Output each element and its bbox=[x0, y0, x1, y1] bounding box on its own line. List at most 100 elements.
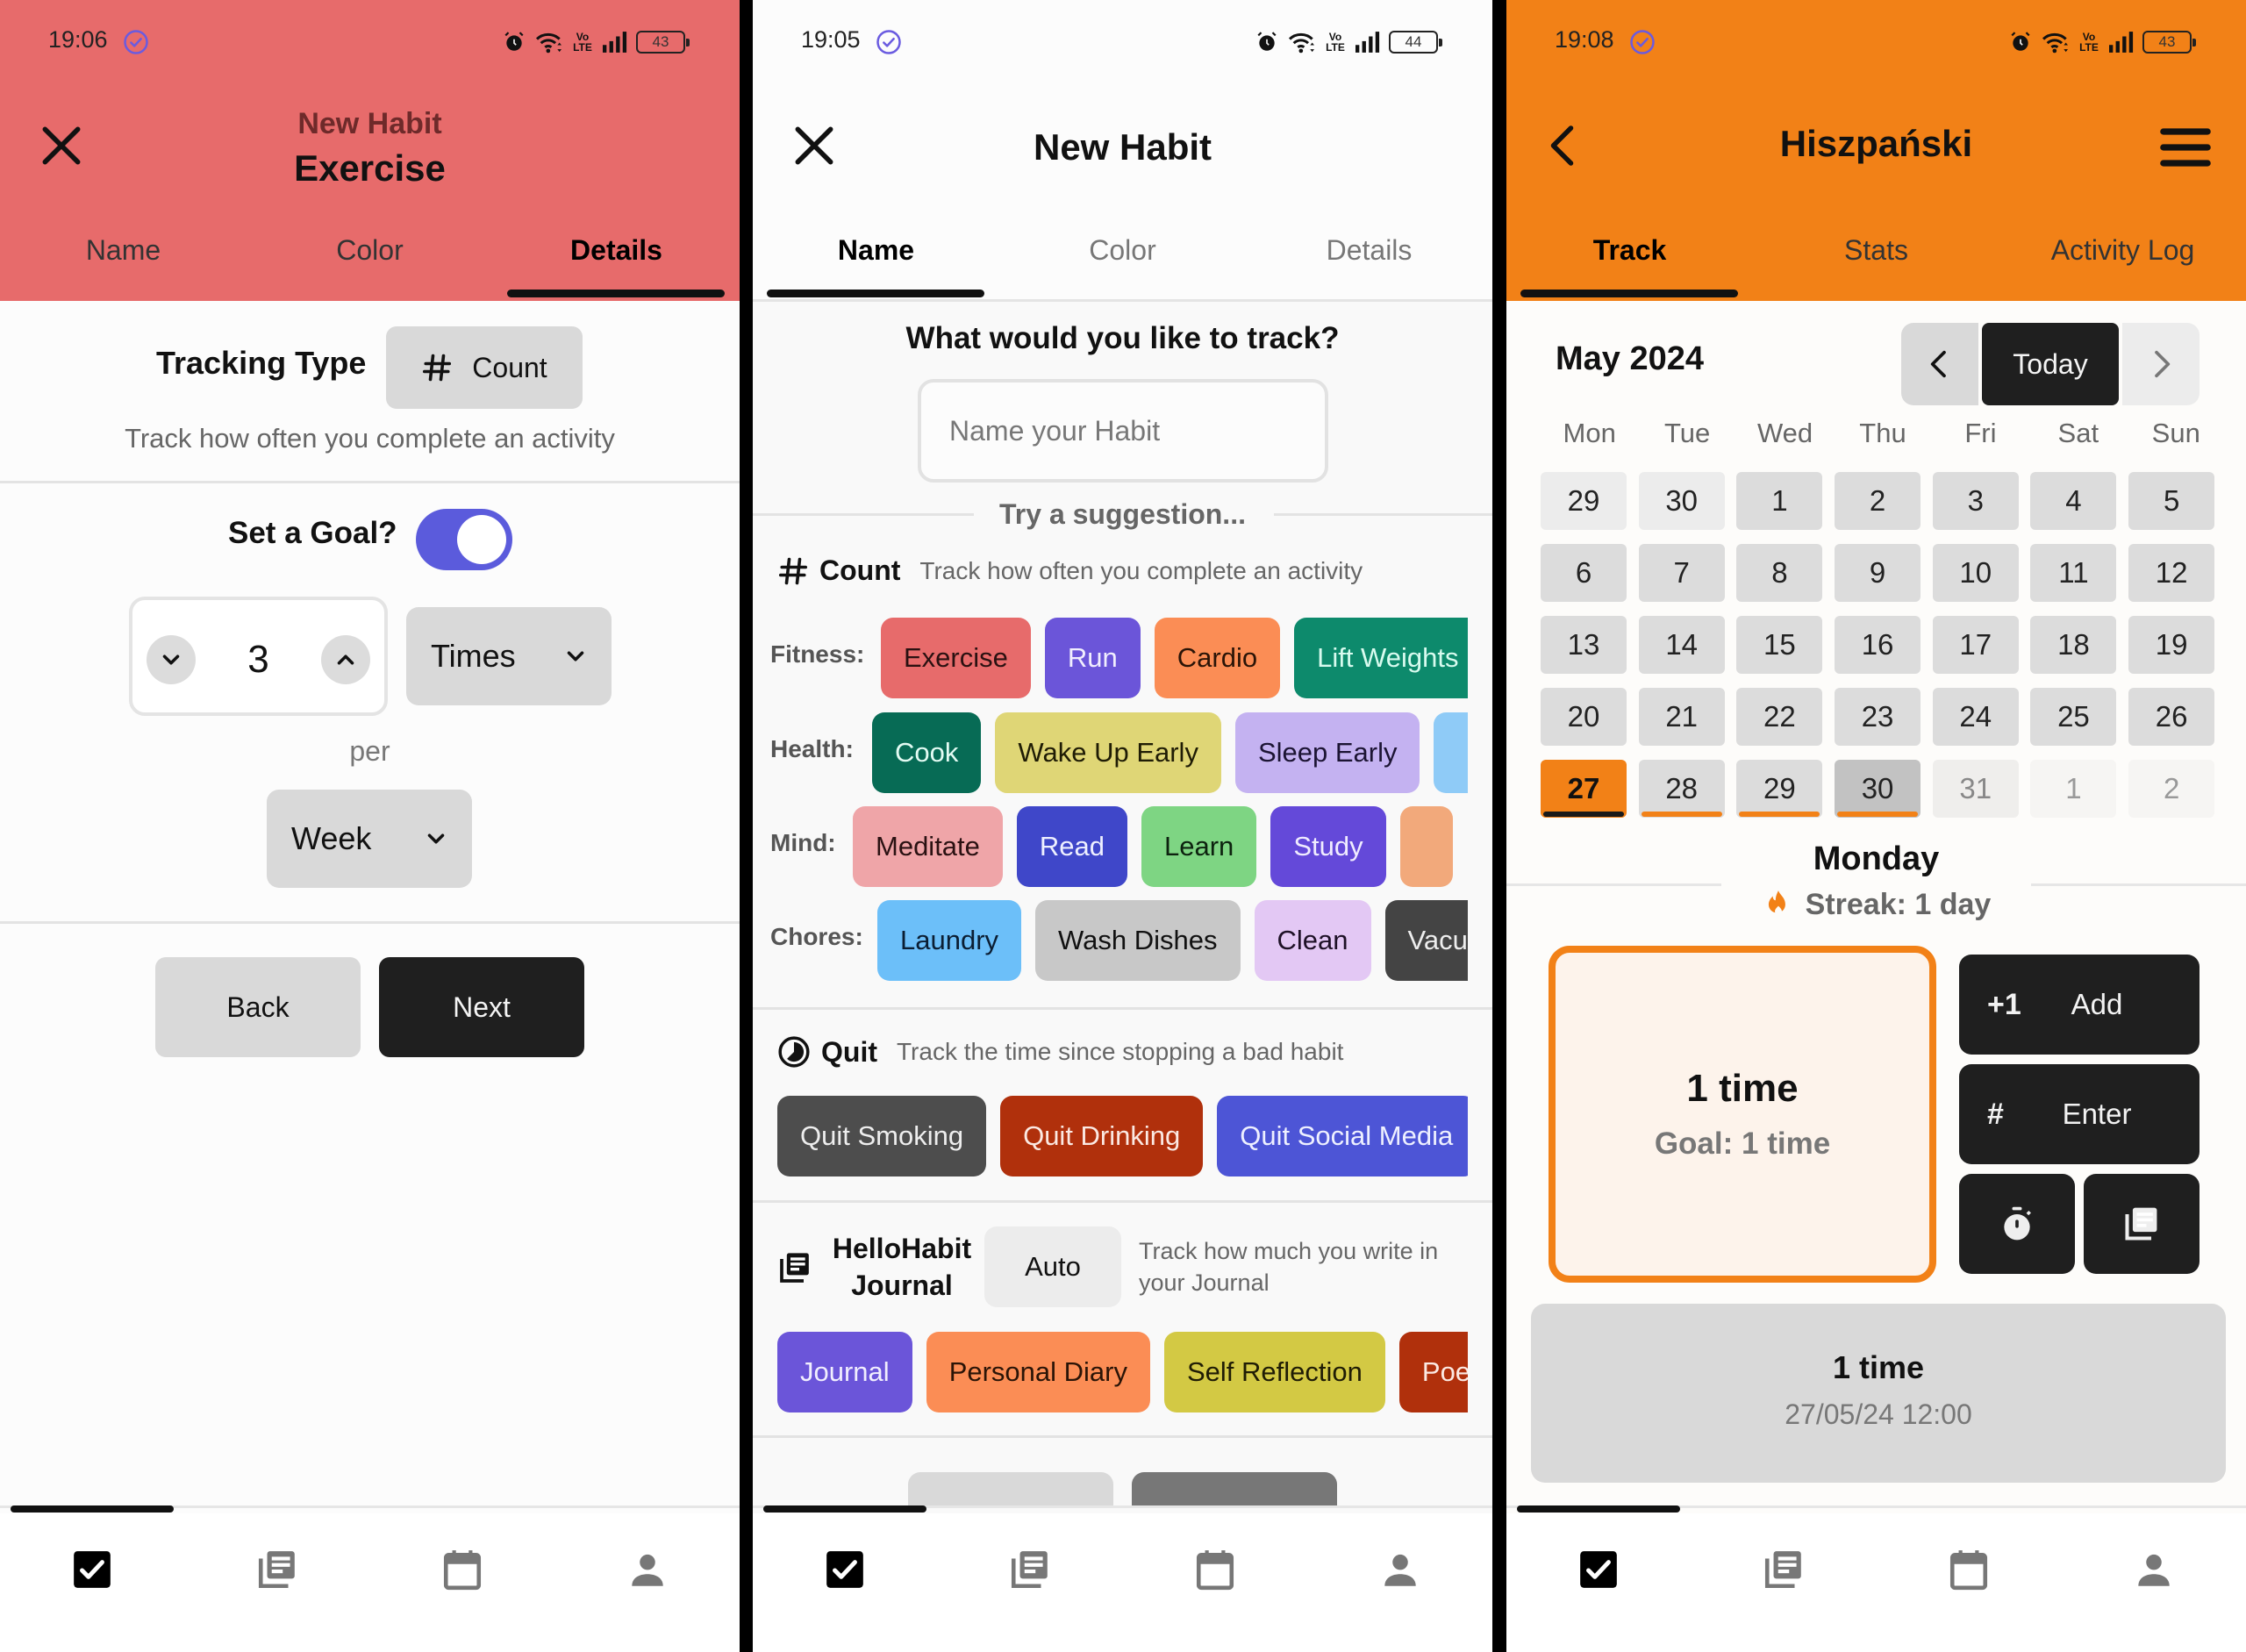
nav-calendar[interactable] bbox=[370, 1513, 555, 1652]
next-button[interactable] bbox=[1132, 1472, 1337, 1507]
suggestion-chip[interactable]: Run bbox=[1044, 618, 1141, 698]
calendar-day[interactable]: 3 bbox=[1932, 472, 2019, 530]
progress-card[interactable]: 1 time Goal: 1 time bbox=[1549, 946, 1936, 1283]
calendar-day[interactable]: 1 bbox=[2030, 760, 2117, 818]
nav-calendar[interactable] bbox=[1123, 1513, 1308, 1652]
calendar-day[interactable]: 10 bbox=[1932, 544, 2019, 602]
tab-stats[interactable]: Stats bbox=[1753, 226, 1999, 279]
suggestion-chip[interactable]: Cook bbox=[872, 712, 982, 793]
calendar-day[interactable]: 26 bbox=[2128, 688, 2215, 746]
tab-details[interactable]: Details bbox=[493, 226, 740, 279]
suggestion-chip[interactable]: Lift Weights bbox=[1294, 618, 1468, 698]
suggestion-chip[interactable] bbox=[1434, 712, 1468, 793]
calendar-day[interactable]: 13 bbox=[1541, 616, 1627, 674]
calendar-day[interactable]: 2 bbox=[2128, 760, 2215, 818]
suggestion-chip[interactable]: Personal Diary bbox=[926, 1332, 1150, 1412]
goal-toggle[interactable] bbox=[416, 509, 512, 570]
nav-journal[interactable] bbox=[938, 1513, 1123, 1652]
back-button[interactable]: Back bbox=[155, 957, 361, 1057]
suggestion-chip[interactable]: Cardio bbox=[1154, 618, 1281, 698]
suggestion-chip[interactable]: Wake Up Early bbox=[995, 712, 1221, 793]
log-entry[interactable]: 1 time 27/05/24 12:00 bbox=[1531, 1304, 2226, 1483]
journal-button[interactable] bbox=[2084, 1174, 2200, 1274]
tab-name[interactable]: Name bbox=[753, 226, 999, 279]
calendar-day[interactable]: 12 bbox=[2128, 544, 2215, 602]
calendar-day[interactable]: 23 bbox=[1835, 688, 1921, 746]
suggestion-chip[interactable]: Learn bbox=[1141, 806, 1257, 887]
back-button[interactable] bbox=[908, 1472, 1113, 1507]
nav-habits[interactable] bbox=[753, 1513, 938, 1652]
suggestion-chip[interactable]: Study bbox=[1270, 806, 1386, 887]
calendar-day[interactable]: 19 bbox=[2128, 616, 2215, 674]
calendar-day[interactable]: 6 bbox=[1541, 544, 1627, 602]
tab-track[interactable]: Track bbox=[1506, 226, 1753, 279]
nav-profile[interactable] bbox=[1307, 1513, 1492, 1652]
suggestion-chip[interactable]: Self Reflection bbox=[1164, 1332, 1385, 1412]
calendar-day[interactable]: 15 bbox=[1736, 616, 1823, 674]
calendar-day[interactable]: 30 bbox=[1638, 472, 1725, 530]
calendar-day[interactable]: 14 bbox=[1638, 616, 1725, 674]
tracking-type-button[interactable]: Count bbox=[386, 326, 583, 409]
calendar-day[interactable]: 4 bbox=[2030, 472, 2117, 530]
calendar-day[interactable]: 1 bbox=[1736, 472, 1823, 530]
suggestion-chip[interactable]: Poetry bbox=[1398, 1332, 1468, 1412]
nav-calendar[interactable] bbox=[1877, 1513, 2062, 1652]
calendar-day[interactable]: 30 bbox=[1835, 760, 1921, 818]
suggestion-chip[interactable]: Vacuum bbox=[1384, 900, 1468, 981]
calendar-day[interactable]: 28 bbox=[1638, 760, 1725, 818]
calendar-day[interactable]: 29 bbox=[1736, 760, 1823, 818]
tab-activity-log[interactable]: Activity Log bbox=[1999, 226, 2246, 279]
suggestion-chip[interactable]: Wash Dishes bbox=[1035, 900, 1241, 981]
calendar-day[interactable]: 17 bbox=[1932, 616, 2019, 674]
calendar-day[interactable]: 7 bbox=[1638, 544, 1725, 602]
next-button[interactable]: Next bbox=[379, 957, 584, 1057]
calendar-day[interactable]: 2 bbox=[1835, 472, 1921, 530]
suggestion-chip[interactable]: Quit Drinking bbox=[1000, 1096, 1204, 1176]
calendar-day[interactable]: 5 bbox=[2128, 472, 2215, 530]
goal-period-select[interactable]: Week bbox=[267, 790, 472, 888]
suggestion-chip[interactable]: Read bbox=[1016, 806, 1128, 887]
nav-habits[interactable] bbox=[1506, 1513, 1692, 1652]
suggestion-chip[interactable]: Quit Social Media bbox=[1217, 1096, 1468, 1176]
calendar-day[interactable]: 18 bbox=[2030, 616, 2117, 674]
tab-details[interactable]: Details bbox=[1246, 226, 1492, 279]
calendar-day[interactable]: 16 bbox=[1835, 616, 1921, 674]
suggestion-chip[interactable]: Exercise bbox=[881, 618, 1031, 698]
suggestion-chip[interactable]: Laundry bbox=[877, 900, 1022, 981]
calendar-day[interactable]: 31 bbox=[1932, 760, 2019, 818]
suggestion-chip[interactable]: Sleep Early bbox=[1234, 712, 1420, 793]
suggestion-chip[interactable]: Quit Smoking bbox=[777, 1096, 987, 1176]
tab-color[interactable]: Color bbox=[247, 226, 493, 279]
nav-profile[interactable] bbox=[2061, 1513, 2246, 1652]
suggestion-chip[interactable] bbox=[1399, 806, 1453, 887]
add-button[interactable]: +1 Add bbox=[1959, 955, 2200, 1055]
nav-profile[interactable] bbox=[554, 1513, 740, 1652]
calendar-day[interactable]: 29 bbox=[1541, 472, 1627, 530]
calendar-day[interactable]: 22 bbox=[1736, 688, 1823, 746]
increment-button[interactable] bbox=[321, 635, 370, 684]
nav-habits[interactable] bbox=[0, 1513, 185, 1652]
tab-color[interactable]: Color bbox=[999, 226, 1246, 279]
suggestion-chip[interactable]: Journal bbox=[777, 1332, 912, 1412]
goal-unit-select[interactable]: Times bbox=[406, 607, 612, 705]
calendar-day[interactable]: 9 bbox=[1835, 544, 1921, 602]
today-button[interactable]: Today bbox=[1982, 323, 2119, 405]
calendar-day[interactable]: 11 bbox=[2030, 544, 2117, 602]
calendar-day[interactable]: 25 bbox=[2030, 688, 2117, 746]
next-month-button[interactable] bbox=[2122, 323, 2200, 405]
timer-button[interactable] bbox=[1959, 1174, 2075, 1274]
menu-icon[interactable] bbox=[2160, 126, 2211, 168]
suggestion-chip[interactable]: Meditate bbox=[853, 806, 1003, 887]
calendar-day[interactable]: 24 bbox=[1932, 688, 2019, 746]
calendar-day[interactable]: 8 bbox=[1736, 544, 1823, 602]
habit-name-input[interactable] bbox=[918, 379, 1328, 483]
calendar-day[interactable]: 27 bbox=[1541, 760, 1627, 818]
tab-name[interactable]: Name bbox=[0, 226, 247, 279]
prev-month-button[interactable] bbox=[1901, 323, 1978, 405]
calendar-day[interactable]: 20 bbox=[1541, 688, 1627, 746]
nav-journal[interactable] bbox=[1692, 1513, 1877, 1652]
nav-journal[interactable] bbox=[185, 1513, 370, 1652]
calendar-day[interactable]: 21 bbox=[1638, 688, 1725, 746]
enter-button[interactable]: # Enter bbox=[1959, 1064, 2200, 1164]
suggestion-chip[interactable]: Clean bbox=[1254, 900, 1371, 981]
